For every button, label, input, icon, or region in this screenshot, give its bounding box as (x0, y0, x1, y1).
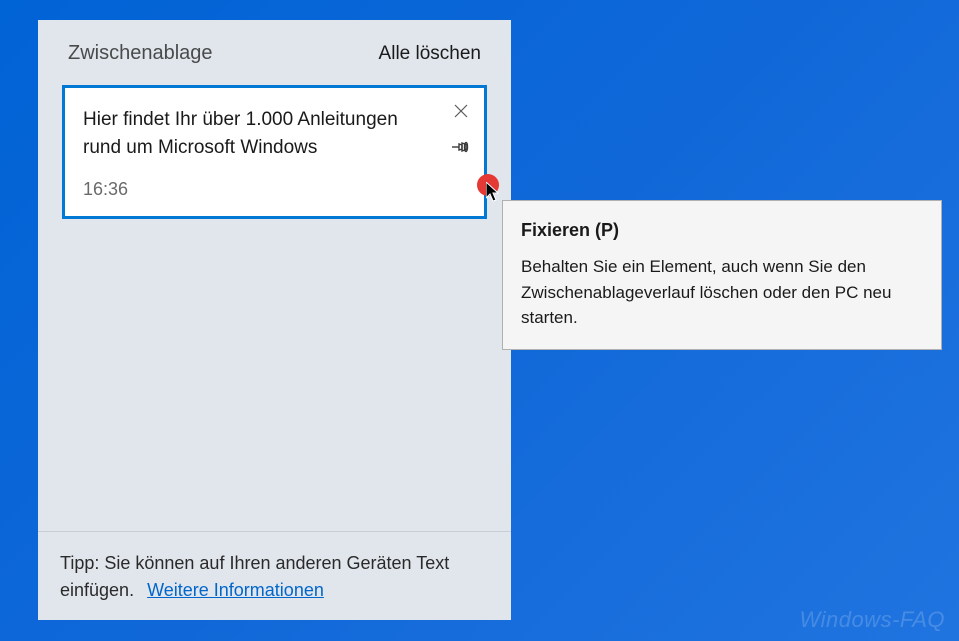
close-icon[interactable] (452, 102, 470, 120)
clipboard-item-actions (452, 102, 470, 156)
clipboard-item-time: 16:36 (83, 179, 466, 200)
panel-footer: Tipp: Sie können auf Ihren anderen Gerät… (38, 531, 511, 620)
clipboard-panel: Zwischenablage Alle löschen Hier findet … (38, 20, 511, 620)
pin-icon[interactable] (452, 138, 470, 156)
more-info-link[interactable]: Weitere Informationen (147, 580, 324, 600)
cursor-icon (486, 182, 502, 209)
panel-body: Hier findet Ihr über 1.000 Anleitungen r… (38, 75, 511, 531)
watermark: Windows-FAQ (800, 607, 945, 633)
pin-tooltip: Fixieren (P) Behalten Sie ein Element, a… (502, 200, 942, 350)
clear-all-button[interactable]: Alle löschen (379, 43, 481, 65)
clipboard-item[interactable]: Hier findet Ihr über 1.000 Anleitungen r… (62, 85, 487, 219)
clipboard-item-text: Hier findet Ihr über 1.000 Anleitungen r… (83, 106, 403, 161)
panel-title: Zwischenablage (68, 42, 213, 65)
tooltip-title: Fixieren (P) (521, 217, 923, 244)
panel-header: Zwischenablage Alle löschen (38, 20, 511, 75)
tooltip-body: Behalten Sie ein Element, auch wenn Sie … (521, 254, 923, 331)
